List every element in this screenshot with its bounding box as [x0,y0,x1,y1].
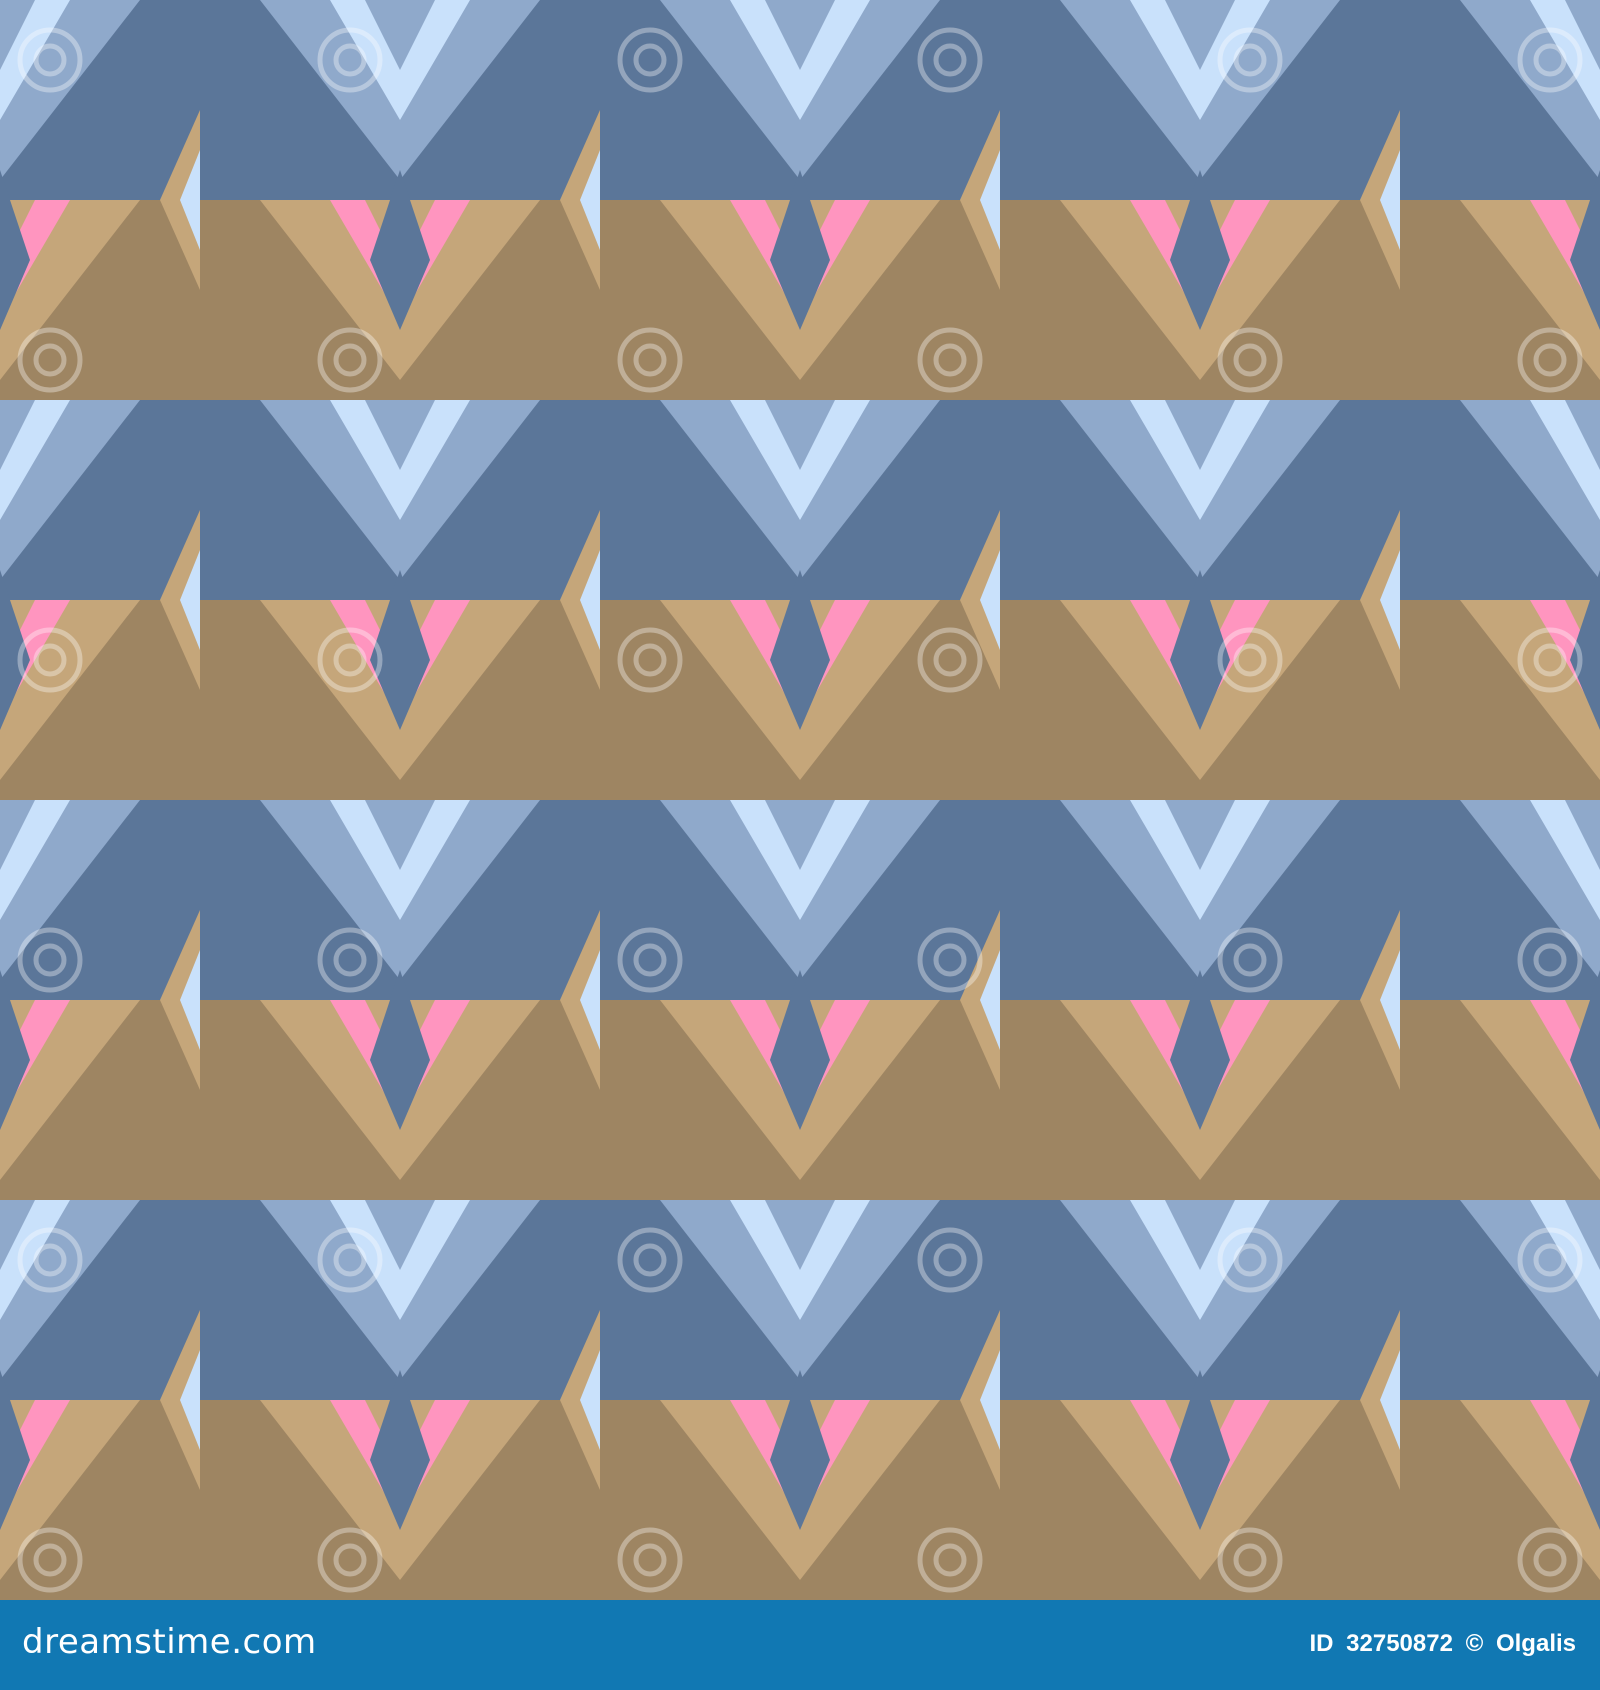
stock-image-page: dreamstime.com ID 32750872 © Olgalis [0,0,1600,1690]
image-id-credit: ID 32750872 © Olgalis [1303,1630,1576,1658]
dreamstime-logo[interactable]: dreamstime.com [22,1622,317,1662]
copyright-symbol: © [1465,1630,1484,1657]
author-name[interactable]: Olgalis [1496,1630,1576,1657]
id-number: 32750872 [1346,1630,1453,1657]
id-label: ID [1309,1630,1334,1657]
pattern-canvas [0,0,1600,1600]
footer-bar: dreamstime.com ID 32750872 © Olgalis [0,1600,1600,1690]
geometric-pattern [0,0,1600,1600]
